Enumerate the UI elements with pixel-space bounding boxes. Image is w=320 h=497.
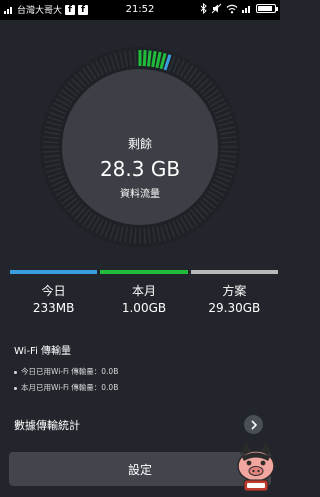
wifi-month-usage: 本月已用Wi-Fi 傳輸量：0.0B — [14, 382, 118, 393]
stat-today: 今日 233MB — [10, 270, 98, 320]
stat-month-label: 本月 — [131, 284, 156, 298]
settings-button[interactable]: 設定 — [9, 452, 271, 486]
wifi-usage-title: Wi-Fi 傳輸量 — [14, 346, 72, 357]
bullet-icon — [14, 386, 17, 390]
data-usage-screen: 台灣大哥大 f f 21:52 剩餘 28.3 GB 資料流量 今日 233MB… — [0, 0, 280, 497]
battery-icon — [256, 4, 278, 13]
mute-icon — [211, 3, 222, 14]
stat-today-bar — [10, 270, 98, 274]
stat-plan-value: 29.30GB — [208, 301, 261, 315]
status-bar: 台灣大哥大 f f 21:52 — [0, 0, 280, 20]
bullet-icon — [14, 370, 17, 374]
remaining-value: 28.3 GB — [99, 157, 181, 181]
data-usage-gauge: 剩餘 28.3 GB 資料流量 — [0, 20, 280, 260]
stat-plan-bar — [190, 270, 278, 274]
stat-plan-label: 方案 — [222, 284, 247, 298]
stat-plan: 方案 29.30GB — [190, 270, 278, 320]
bluetooth-icon — [200, 3, 207, 14]
status-right — [200, 3, 278, 14]
gauge-tick — [134, 227, 137, 244]
chevron-right-icon[interactable] — [244, 415, 263, 434]
remaining-label: 剩餘 — [127, 137, 152, 151]
gauge-tick — [134, 50, 137, 67]
gauge-used-tick — [142, 50, 147, 67]
gauge-used-tick — [146, 50, 152, 67]
stat-month: 本月 1.00GB — [100, 270, 188, 320]
signal-icon — [242, 4, 252, 14]
gauge-tick — [143, 227, 146, 244]
data-traffic-label: 資料流量 — [120, 189, 160, 200]
stat-month-bar — [100, 270, 188, 274]
usage-stats: 今日 233MB 本月 1.00GB 方案 29.30GB — [10, 270, 278, 320]
stat-today-value: 233MB — [32, 301, 75, 315]
wifi-today-text: 今日已用Wi-Fi 傳輸量：0.0B — [21, 367, 119, 376]
data-statistics-link[interactable]: 數據傳輸統計 — [0, 408, 280, 442]
pig-mascot-logo — [237, 442, 275, 492]
wifi-month-text: 本月已用Wi-Fi 傳輸量：0.0B — [21, 383, 119, 392]
stat-month-value: 1.00GB — [121, 301, 167, 315]
stat-today-label: 今日 — [41, 284, 66, 298]
data-statistics-label: 數據傳輸統計 — [14, 419, 80, 432]
wifi-today-usage: 今日已用Wi-Fi 傳輸量：0.0B — [14, 366, 118, 377]
wifi-icon — [226, 4, 238, 13]
